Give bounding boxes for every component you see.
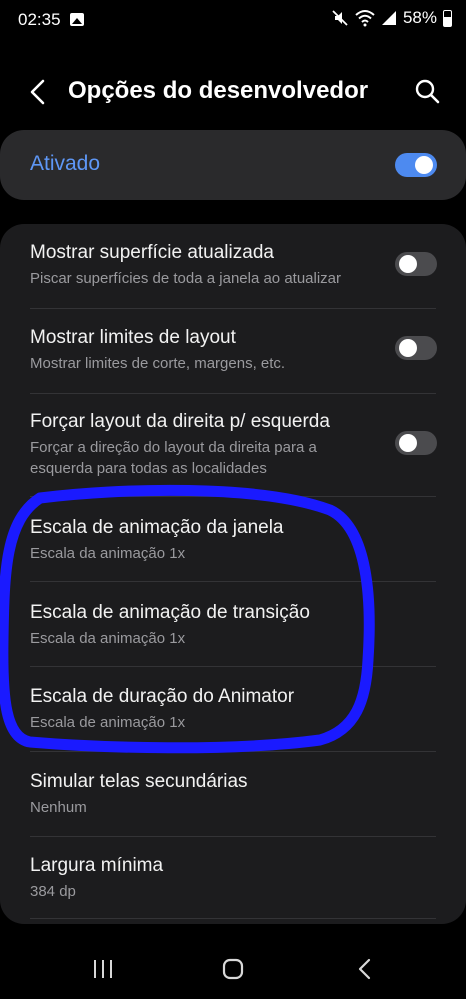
master-switch-row[interactable]: Ativado xyxy=(0,130,466,200)
signal-icon xyxy=(381,11,396,25)
setting-subtitle: Forçar a direção do layout da direita pa… xyxy=(30,439,317,477)
battery-icon xyxy=(443,9,452,27)
force-rtl-toggle[interactable] xyxy=(395,431,437,455)
setting-simulate-secondary-displays[interactable]: Simular telas secundárias Nenhum xyxy=(0,752,466,836)
setting-smallest-width[interactable]: Largura mínima 384 dp xyxy=(0,837,466,921)
status-icons: 58% xyxy=(331,8,452,28)
battery-percent: 58% xyxy=(402,8,437,27)
master-toggle[interactable] xyxy=(395,153,437,177)
master-switch-label: Ativado xyxy=(30,152,101,175)
setting-title: Mostrar limites de layout xyxy=(30,327,236,348)
setting-force-rtl[interactable]: Forçar layout da direita p/ esquerda For… xyxy=(0,394,466,496)
setting-animator-duration-scale[interactable]: Escala de duração do Animator Escala de … xyxy=(0,667,466,751)
setting-title: Escala de animação de transição xyxy=(30,602,310,623)
toggle-knob xyxy=(399,434,417,452)
wifi-icon xyxy=(355,10,375,27)
setting-subtitle: Piscar superfícies de toda a janela ao a… xyxy=(30,270,342,287)
setting-subtitle: Escala da animação 1x xyxy=(30,630,186,647)
setting-title: Mostrar superfície atualizada xyxy=(30,242,274,263)
settings-list: Mostrar superfície atualizada Piscar sup… xyxy=(0,224,466,924)
setting-subtitle: Nenhum xyxy=(30,799,87,816)
setting-title: Escala de animação da janela xyxy=(30,517,284,538)
toggle-knob xyxy=(399,339,417,357)
surface-updates-toggle[interactable] xyxy=(395,252,437,276)
setting-subtitle: Mostrar limites de corte, margens, etc. xyxy=(30,355,286,372)
setting-title: Escala de duração do Animator xyxy=(30,686,295,707)
toggle-knob xyxy=(415,156,433,174)
divider xyxy=(30,918,436,919)
setting-transition-animation-scale[interactable]: Escala de animação de transição Escala d… xyxy=(0,582,466,666)
setting-window-animation-scale[interactable]: Escala de animação da janela Escala da a… xyxy=(0,497,466,581)
setting-subtitle: Escala de animação 1x xyxy=(30,714,186,731)
setting-subtitle: 384 dp xyxy=(30,883,76,900)
setting-title: Simular telas secundárias xyxy=(30,771,248,792)
gallery-icon xyxy=(70,13,84,26)
home-icon[interactable] xyxy=(218,954,248,984)
recents-icon[interactable] xyxy=(88,954,118,984)
layout-bounds-toggle[interactable] xyxy=(395,336,437,360)
navigation-bar xyxy=(0,940,466,999)
chevron-left-icon[interactable] xyxy=(24,76,52,108)
app-bar: Opções do desenvolvedor xyxy=(0,70,466,114)
mute-icon xyxy=(332,10,348,26)
setting-subtitle: Escala da animação 1x xyxy=(30,545,186,562)
status-time: 02:35 xyxy=(18,10,61,29)
setting-show-layout-bounds[interactable]: Mostrar limites de layout Mostrar limite… xyxy=(0,309,466,393)
toggle-knob xyxy=(399,255,417,273)
setting-title: Forçar layout da direita p/ esquerda xyxy=(30,411,330,432)
setting-show-surface-updates[interactable]: Mostrar superfície atualizada Piscar sup… xyxy=(0,224,466,308)
setting-title: Largura mínima xyxy=(30,855,164,876)
status-bar: 02:35 58% xyxy=(0,0,466,44)
search-icon[interactable] xyxy=(412,76,442,106)
back-icon[interactable] xyxy=(350,954,380,984)
page-title: Opções do desenvolvedor xyxy=(68,77,369,104)
